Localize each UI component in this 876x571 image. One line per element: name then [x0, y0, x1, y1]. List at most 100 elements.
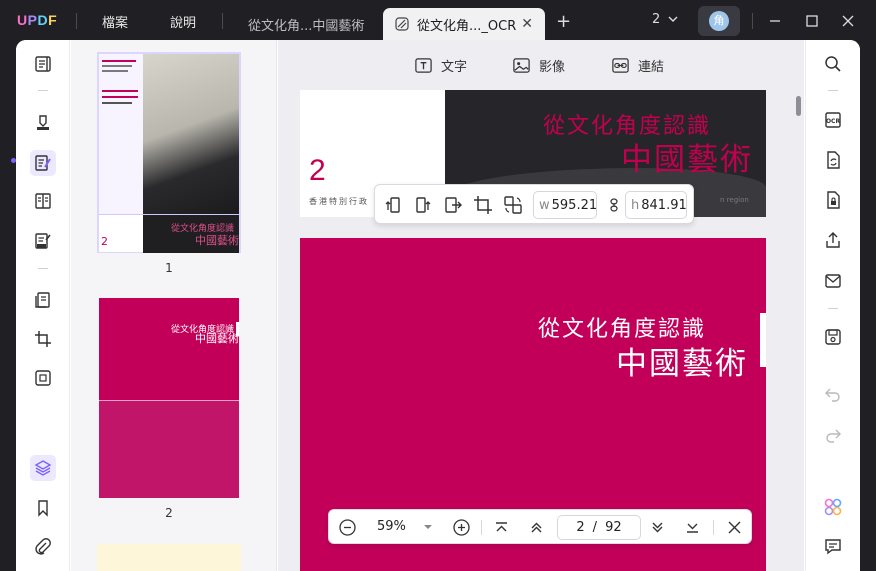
- extract-image-icon[interactable]: [442, 194, 464, 216]
- image-edit-toolbar: w 595.21 h 841.91: [374, 184, 694, 224]
- save-icon[interactable]: [823, 327, 843, 347]
- tab-label: 影像: [539, 60, 566, 75]
- next-page-icon[interactable]: [648, 518, 667, 537]
- last-page-icon[interactable]: [683, 518, 702, 537]
- close-icon[interactable]: [725, 518, 744, 537]
- tab-text[interactable]: 文字: [414, 56, 467, 75]
- thumb-text-column: [99, 54, 143, 214]
- form-icon: [35, 233, 51, 249]
- tab-close-icon[interactable]: ✕: [521, 16, 533, 32]
- protect-pdf-icon[interactable]: [823, 190, 843, 210]
- reader-mode-button[interactable]: [30, 51, 56, 77]
- ocr-icon[interactable]: OCR: [823, 110, 843, 130]
- page-separator: /: [592, 520, 598, 535]
- previous-page-icon[interactable]: [527, 518, 546, 537]
- title-divider: [752, 13, 753, 29]
- zoom-in-icon[interactable]: [452, 518, 471, 537]
- document-edit-icon: [395, 17, 409, 31]
- close-window-icon[interactable]: [838, 11, 858, 31]
- zoom-value[interactable]: 59%: [377, 519, 406, 534]
- page-number-text[interactable]: 2: [309, 154, 326, 188]
- height-label: h: [631, 197, 640, 213]
- tab-link[interactable]: 連結: [611, 56, 664, 75]
- search-icon[interactable]: [823, 54, 843, 74]
- tab-image[interactable]: 影像: [512, 56, 565, 75]
- undo-icon[interactable]: [823, 384, 843, 404]
- maximize-icon[interactable]: [802, 11, 822, 31]
- link-icon: [612, 58, 629, 73]
- paperclip-icon: [35, 538, 51, 555]
- crop-icon[interactable]: [472, 194, 494, 216]
- bookmark-icon: [38, 500, 48, 517]
- redo-icon[interactable]: [823, 425, 843, 445]
- title-divider: [222, 13, 223, 29]
- page-title-line-2[interactable]: 中國藝術: [616, 338, 748, 383]
- replace-image-icon[interactable]: [502, 194, 524, 216]
- edit-mode-tabs: 文字 影像 連結: [278, 40, 804, 90]
- aspect-lock-icon[interactable]: [607, 197, 621, 213]
- comment-tool-button[interactable]: [30, 110, 56, 136]
- right-toolbar: OCR: [805, 40, 860, 571]
- convert-tool-button[interactable]: [30, 365, 56, 391]
- toolbar-divider: [38, 90, 48, 91]
- rotate-left-icon[interactable]: [383, 194, 405, 216]
- menu-file[interactable]: 檔案: [102, 12, 128, 31]
- toolbar-divider: [828, 308, 838, 309]
- title-bar: UPDF 檔案 說明 從文化角...中國藝術 從文化角..._OCR ✕ + 2…: [0, 0, 876, 42]
- window-count[interactable]: 2: [652, 12, 660, 27]
- chevron-down-icon[interactable]: [666, 12, 680, 26]
- zoom-dropdown-icon[interactable]: [423, 522, 433, 532]
- tab-document-1[interactable]: 從文化角...中國藝術: [234, 8, 382, 40]
- thumbnail-label: 1: [165, 261, 173, 275]
- zoom-out-icon[interactable]: [338, 518, 357, 537]
- title-divider: [76, 13, 77, 29]
- minimize-icon[interactable]: [765, 11, 785, 31]
- tab-label: 文字: [441, 60, 468, 75]
- current-page: 2: [576, 520, 585, 535]
- toolbar-divider: [38, 268, 48, 269]
- zoom-divider: [713, 520, 714, 535]
- share-icon[interactable]: [823, 230, 843, 250]
- highlighter-icon: [37, 115, 49, 130]
- convert-pdf-icon[interactable]: [823, 150, 843, 170]
- vertical-scrollbar[interactable]: [796, 96, 801, 116]
- toolbar-divider: [828, 90, 838, 91]
- organize-pages-button[interactable]: [30, 287, 56, 313]
- page-title-line-2[interactable]: 中國藝術: [621, 134, 753, 179]
- new-tab-icon[interactable]: +: [556, 11, 571, 32]
- first-page-icon[interactable]: [492, 518, 511, 537]
- tab-document-2[interactable]: 從文化角..._OCR ✕: [383, 8, 545, 40]
- avatar: 角: [709, 11, 729, 31]
- crop-tool-button[interactable]: [30, 326, 56, 352]
- thumb-title-2: 中國藝術: [195, 332, 239, 345]
- thumb-bottom: 2 從文化角度認識 中國藝術: [99, 214, 239, 253]
- bookmark-button[interactable]: [30, 495, 56, 521]
- account-button[interactable]: 角: [698, 6, 740, 36]
- edit-pdf-button[interactable]: [30, 150, 56, 176]
- image-width-field[interactable]: w 595.21: [533, 191, 597, 219]
- page-corner-text[interactable]: n region: [720, 196, 749, 204]
- app-logo: UPDF: [17, 12, 58, 28]
- ai-assistant-icon[interactable]: [823, 497, 843, 517]
- layers-button[interactable]: [30, 455, 56, 481]
- email-icon[interactable]: [823, 271, 843, 291]
- thumb-page-number: 2: [101, 235, 108, 248]
- thumbnail-page-3[interactable]: [97, 544, 241, 571]
- comment-icon[interactable]: [823, 536, 843, 556]
- width-value: 595.21: [551, 197, 598, 213]
- tab-label: 連結: [638, 60, 665, 75]
- document-view: 文字 影像 連結 從文化角度認識 中國藝術 2 香港特別行政 n region: [278, 40, 804, 571]
- rotate-right-icon[interactable]: [411, 194, 433, 216]
- page-subtitle[interactable]: 香港特別行政: [309, 196, 369, 207]
- page-number-field[interactable]: 2 / 92: [557, 515, 641, 540]
- image-icon: [513, 58, 530, 73]
- image-height-field[interactable]: h 841.91: [625, 191, 687, 219]
- page-layout-icon: [35, 193, 51, 209]
- menu-help[interactable]: 說明: [170, 12, 196, 31]
- form-tool-button[interactable]: [30, 228, 56, 254]
- edit-document-icon: [35, 155, 51, 171]
- thumbnail-page-2[interactable]: 從文化角度認識 中國藝術: [97, 296, 241, 500]
- page-organize-button[interactable]: [30, 188, 56, 214]
- thumbnail-page-1[interactable]: 2 從文化角度認識 中國藝術: [97, 52, 241, 253]
- attachment-button[interactable]: [30, 534, 56, 560]
